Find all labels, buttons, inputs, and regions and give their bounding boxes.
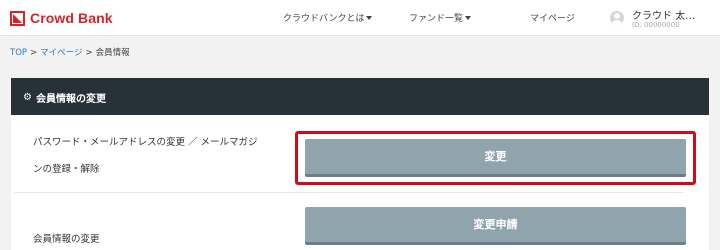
breadcrumb-current: 会員情報 (95, 48, 130, 58)
user-menu[interactable]: クラウド 太… ID: 00000000 (610, 6, 715, 32)
breadcrumb-separator: > (30, 48, 38, 58)
change-request-button[interactable]: 変更申請 (305, 207, 686, 245)
caret-down-icon (465, 15, 472, 20)
panel-title-text: 会員情報の変更 (35, 94, 106, 105)
user-name: クラウド 太… (632, 11, 696, 22)
user-id: ID: 00000000 (632, 21, 680, 29)
nav-about[interactable]: クラウドバンクとは (283, 11, 373, 24)
member-info-change-label: 会員情報の変更 (33, 234, 100, 245)
panel-header: ⚙ 会員情報の変更 (11, 78, 709, 115)
crowd-bank-logo[interactable]: Crowd Bank (10, 8, 113, 28)
breadcrumb-separator: > (85, 48, 93, 58)
top-header: Crowd Bank クラウドバンクとは ファンド一覧 マイページ クラウド 太… (0, 0, 720, 36)
nav-fund-list[interactable]: ファンド一覧 (409, 11, 472, 24)
nav-fund-list-label: ファンド一覧 (409, 14, 464, 24)
logo-text: Crowd Bank (30, 10, 113, 26)
panel-title: ⚙ 会員情報の変更 (23, 90, 106, 105)
breadcrumb-mypage[interactable]: マイページ (40, 48, 82, 58)
breadcrumb-top[interactable]: TOP (10, 48, 27, 58)
password-email-label-line1: パスワード・メールアドレスの変更 ／ メールマガジ (33, 137, 258, 148)
gear-icon: ⚙ (23, 92, 32, 103)
nav-about-label: クラウドバンクとは (283, 14, 365, 24)
avatar-icon (610, 11, 624, 25)
row-divider (14, 192, 684, 193)
highlight-box (295, 131, 696, 185)
logo-icon (10, 10, 25, 26)
nav-mypage[interactable]: マイページ (530, 11, 575, 24)
nav-mypage-label: マイページ (530, 14, 575, 24)
breadcrumb: TOP > マイページ > 会員情報 (10, 46, 130, 58)
caret-down-icon (366, 15, 373, 20)
password-email-label-line2: ンの登録・解除 (33, 164, 100, 175)
